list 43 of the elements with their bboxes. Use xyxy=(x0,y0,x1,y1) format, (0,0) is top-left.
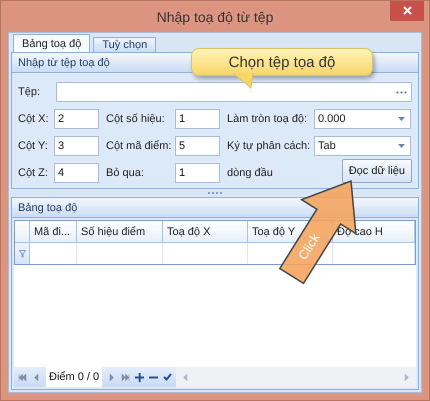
last-icon[interactable] xyxy=(121,372,130,382)
number-field[interactable]: 5 xyxy=(175,136,220,156)
dropdown-caret-icon xyxy=(398,117,405,121)
field-label: Bỏ qua: xyxy=(106,167,145,179)
window-title: Nhập toạ độ từ tệp xyxy=(156,8,274,24)
field-label: Ký tự phân cách: xyxy=(227,140,312,152)
dropdown[interactable]: Tab xyxy=(314,136,411,156)
number-field[interactable]: 4 xyxy=(54,163,99,183)
field-label: Tệp: xyxy=(18,86,40,98)
scroll-right-icon[interactable] xyxy=(402,372,411,382)
dropdown-caret-icon xyxy=(398,144,405,148)
next-icon[interactable] xyxy=(107,372,116,382)
column-header[interactable]: Mã đi... xyxy=(30,221,77,243)
close-button[interactable] xyxy=(390,1,424,21)
splitter-grip-icon[interactable] xyxy=(207,192,223,194)
check-icon[interactable] xyxy=(163,373,172,381)
previous-icon[interactable] xyxy=(32,372,41,382)
first-icon[interactable] xyxy=(18,372,27,382)
filter-icon[interactable] xyxy=(18,250,26,258)
field-label: Cột Y: xyxy=(18,140,49,152)
field-label: dòng đầu xyxy=(227,167,273,179)
field-label: Cột mã điểm: xyxy=(106,140,172,152)
column-header[interactable]: Toạ độ X xyxy=(163,221,248,243)
field-label: Làm tròn toạ độ: xyxy=(227,113,308,125)
column-header[interactable]: Số hiệu điểm xyxy=(77,221,163,243)
tab[interactable]: Tuỳ chọn xyxy=(93,37,156,52)
scroll-left-icon[interactable] xyxy=(181,372,190,382)
field-label: Cột Z: xyxy=(18,167,49,179)
number-field[interactable]: 2 xyxy=(54,109,99,129)
number-field[interactable]: 3 xyxy=(54,136,99,156)
field-label: Cột số hiệu: xyxy=(106,113,166,125)
field-label: Cột X: xyxy=(18,113,50,125)
file-path-field[interactable] xyxy=(56,82,412,102)
more-icon[interactable] xyxy=(396,90,407,94)
tab[interactable]: Bảng toạ độ xyxy=(13,34,90,52)
record-counter: Điểm 0 / 0 xyxy=(46,367,102,387)
close-icon xyxy=(402,6,412,15)
read-data-button[interactable]: Đọc dữ liệu xyxy=(342,159,412,183)
number-field[interactable]: 1 xyxy=(175,163,220,183)
callout-bubble: Chọn tệp tọa độ xyxy=(191,48,373,76)
number-field[interactable]: 1 xyxy=(175,109,220,129)
add-icon[interactable] xyxy=(135,372,144,382)
dropdown[interactable]: 0.000 xyxy=(314,109,411,129)
